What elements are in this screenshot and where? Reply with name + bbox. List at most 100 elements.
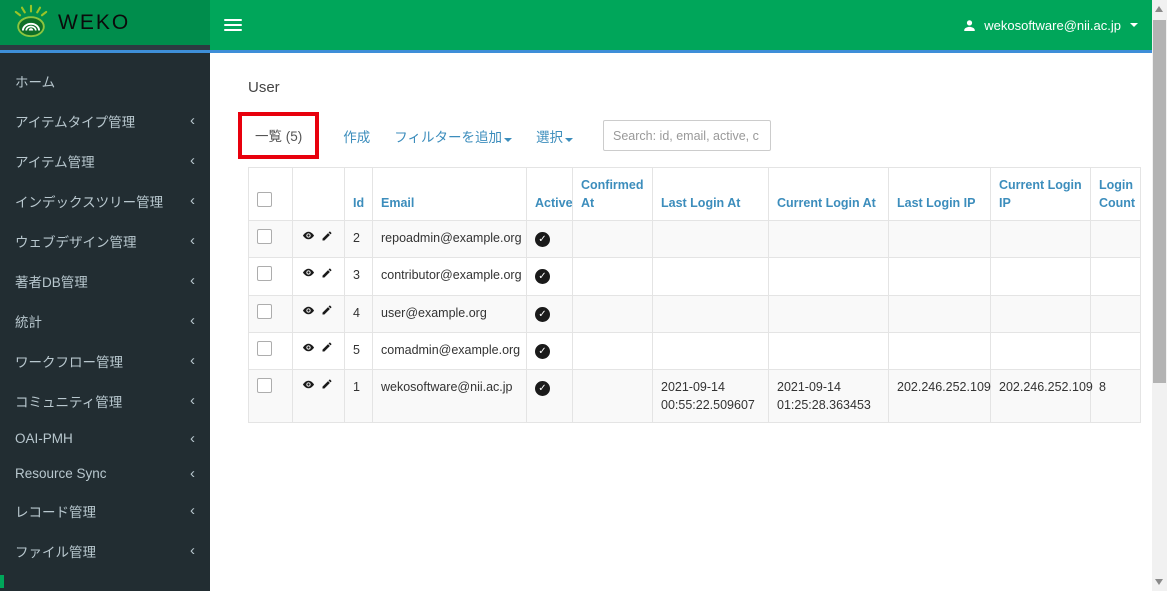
edit-icon[interactable] <box>321 341 333 353</box>
chevron-left-icon: ‹ <box>190 464 195 482</box>
sidebar-item-authordb[interactable]: 著者DB管理 ‹ <box>0 261 210 301</box>
sidebar-item-oaipmh[interactable]: OAI-PMH ‹ <box>0 421 210 456</box>
column-header-current-login-at[interactable]: Current Login At <box>768 166 889 222</box>
main-content: User 一覧 (5) 作成 フィルターを追加 選択 Id Email <box>210 53 1152 591</box>
cell-email: user@example.org <box>372 294 527 333</box>
logo-container: WEKO <box>0 0 210 50</box>
users-table: Id Email Active Confirmed At Last Login … <box>248 166 1141 424</box>
create-link[interactable]: 作成 <box>343 126 370 146</box>
cell-id: 5 <box>344 331 373 370</box>
sidebar-item-files[interactable]: ファイル管理 ‹ <box>0 531 210 571</box>
cell-id: 1 <box>344 368 373 424</box>
caret-down-icon <box>564 137 573 142</box>
cell-id: 4 <box>344 294 373 333</box>
view-icon[interactable] <box>301 341 316 354</box>
sidebar-item-stats[interactable]: 統計 ‹ <box>0 301 210 341</box>
scrollbar-thumb[interactable] <box>1153 20 1166 383</box>
column-header-active[interactable]: Active <box>526 166 573 222</box>
user-email-label: wekosoftware@nii.ac.jp <box>984 17 1121 33</box>
table-row: 5 comadmin@example.org <box>248 331 1141 370</box>
edit-icon[interactable] <box>321 304 333 316</box>
column-header-current-login-ip[interactable]: Current Login IP <box>990 166 1091 222</box>
sidebar-bottom-marker <box>0 575 4 588</box>
select-dropdown[interactable]: 選択 <box>536 126 573 146</box>
cell-email: repoadmin@example.org <box>372 220 527 259</box>
vertical-scrollbar <box>1152 0 1167 591</box>
scroll-up-icon[interactable] <box>1155 6 1163 12</box>
add-filter-dropdown[interactable]: フィルターを追加 <box>394 126 512 146</box>
active-check-icon <box>535 306 550 322</box>
weko-logo-icon <box>12 2 50 43</box>
sidebar-toggle-button[interactable] <box>224 16 242 34</box>
cell-email: wekosoftware@nii.ac.jp <box>372 368 527 424</box>
row-checkbox[interactable] <box>257 340 272 356</box>
top-navbar: WEKO wekosoftware@nii.ac.jp <box>0 0 1152 53</box>
caret-down-icon <box>1130 23 1138 27</box>
sidebar-item-resourcesync[interactable]: Resource Sync ‹ <box>0 456 210 491</box>
chevron-left-icon: ‹ <box>190 192 195 209</box>
user-icon <box>962 18 977 33</box>
sidebar-item-records[interactable]: レコード管理 ‹ <box>0 491 210 531</box>
column-header-id[interactable]: Id <box>344 166 373 222</box>
view-icon[interactable] <box>301 304 316 317</box>
tab-list[interactable]: 一覧 (5) <box>255 129 302 144</box>
row-checkbox[interactable] <box>257 266 272 282</box>
cell-id: 2 <box>344 220 373 259</box>
column-header-login-count[interactable]: Login Count <box>1090 166 1141 222</box>
chevron-left-icon: ‹ <box>190 232 195 249</box>
table-row: 4 user@example.org <box>248 294 1141 333</box>
scroll-down-icon[interactable] <box>1155 579 1163 585</box>
search-input[interactable] <box>602 120 771 151</box>
actions-column-header <box>292 166 345 222</box>
cell-id: 3 <box>344 257 373 296</box>
sidebar-item-itemtype[interactable]: アイテムタイプ管理 ‹ <box>0 101 210 141</box>
sidebar-item-webdesign[interactable]: ウェブデザイン管理 ‹ <box>0 221 210 261</box>
user-menu[interactable]: wekosoftware@nii.ac.jp <box>962 18 1138 33</box>
cell-email: contributor@example.org <box>372 257 527 296</box>
hamburger-icon <box>224 19 242 21</box>
chevron-left-icon: ‹ <box>190 272 195 289</box>
row-checkbox[interactable] <box>257 377 272 393</box>
navbar: wekosoftware@nii.ac.jp <box>210 0 1152 50</box>
row-checkbox[interactable] <box>257 229 272 245</box>
cell-email: comadmin@example.org <box>372 331 527 370</box>
annotation-red-box: 一覧 (5) <box>238 112 320 159</box>
table-row: 2 repoadmin@example.org <box>248 220 1141 259</box>
sidebar-item-community[interactable]: コミュニティ管理 ‹ <box>0 381 210 421</box>
active-check-icon <box>535 232 550 248</box>
sidebar-item-indextree[interactable]: インデックスツリー管理 ‹ <box>0 181 210 221</box>
app-window: WEKO wekosoftware@nii.ac.jp ホーム アイテムタイプ管… <box>0 0 1167 591</box>
chevron-left-icon: ‹ <box>190 352 195 369</box>
active-check-icon <box>535 269 550 285</box>
toolbar: 一覧 (5) 作成 フィルターを追加 選択 <box>238 112 1140 159</box>
column-header-email[interactable]: Email <box>372 166 527 222</box>
chevron-left-icon: ‹ <box>190 112 195 129</box>
page-title: User <box>248 79 280 96</box>
column-header-confirmed-at[interactable]: Confirmed At <box>572 166 653 222</box>
brand-link[interactable]: WEKO <box>0 0 210 45</box>
active-check-icon <box>535 380 550 396</box>
edit-icon[interactable] <box>321 378 333 390</box>
view-icon[interactable] <box>301 266 316 279</box>
chevron-left-icon: ‹ <box>190 542 195 559</box>
table-row: 3 contributor@example.org <box>248 257 1141 296</box>
sidebar-item-items[interactable]: アイテム管理 ‹ <box>0 141 210 181</box>
column-header-last-login-ip[interactable]: Last Login IP <box>888 166 991 222</box>
row-checkbox[interactable] <box>257 303 272 319</box>
view-icon[interactable] <box>301 229 316 242</box>
view-icon[interactable] <box>301 378 316 391</box>
table-row: 1 wekosoftware@nii.ac.jp 2021-09-14 00:5… <box>248 368 1141 424</box>
chevron-left-icon: ‹ <box>190 502 195 519</box>
edit-icon[interactable] <box>321 230 333 242</box>
sidebar-item-home[interactable]: ホーム <box>0 61 210 101</box>
edit-icon[interactable] <box>321 267 333 279</box>
table-header-row: Id Email Active Confirmed At Last Login … <box>248 166 1141 222</box>
sidebar-item-workflow[interactable]: ワークフロー管理 ‹ <box>0 341 210 381</box>
select-all-checkbox[interactable] <box>257 192 272 208</box>
chevron-left-icon: ‹ <box>190 312 195 329</box>
caret-down-icon <box>503 137 512 142</box>
chevron-left-icon: ‹ <box>190 392 195 409</box>
active-check-icon <box>535 343 550 359</box>
brand-name: WEKO <box>58 10 131 34</box>
column-header-last-login-at[interactable]: Last Login At <box>652 166 769 222</box>
